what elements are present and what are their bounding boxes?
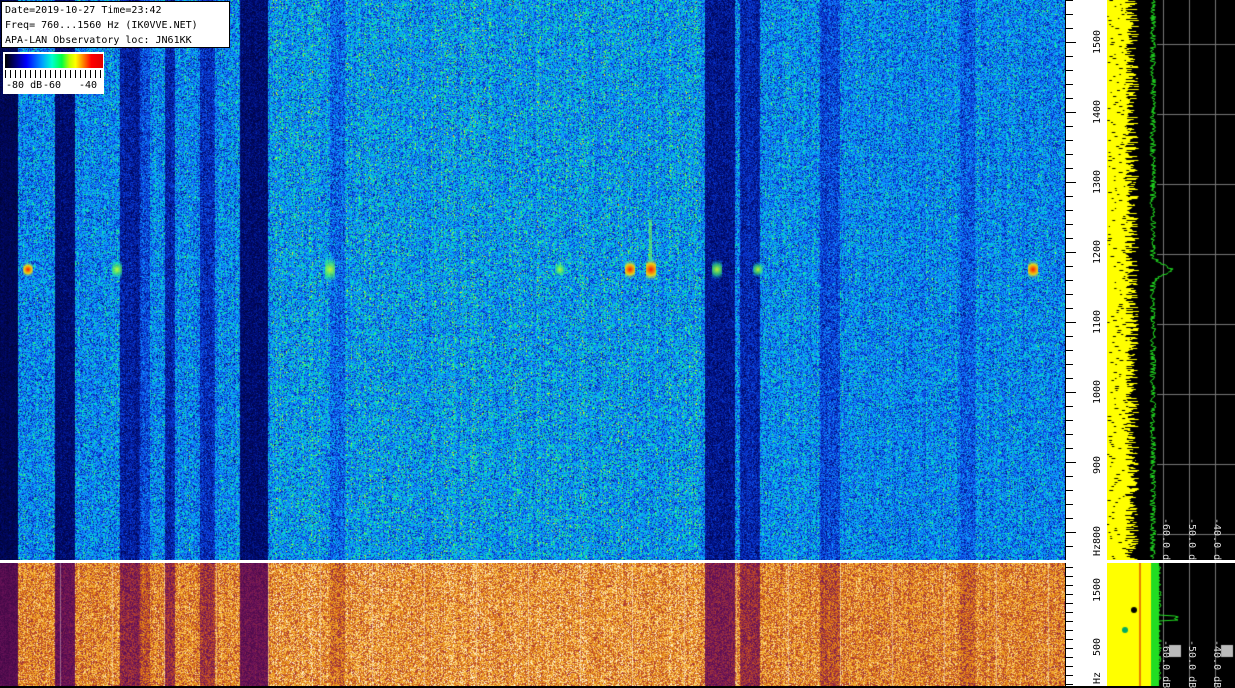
- legend-label-minus-80: -80 dB: [6, 80, 43, 91]
- axis-tick: [1066, 14, 1073, 15]
- db-label-minus-40: -40.0 dB: [1211, 518, 1222, 567]
- axis-tick: [1066, 252, 1076, 253]
- axis-tick: [1066, 336, 1073, 337]
- axis-tick: [1066, 294, 1073, 295]
- axis-tick: [1066, 0, 1073, 1]
- spectrum-level-panel: [1107, 0, 1235, 560]
- axis-tick: [1066, 462, 1076, 463]
- axis-tick-secondary: [1066, 567, 1073, 568]
- db-label-minus-50: -50.0 dB: [1186, 518, 1197, 567]
- axis-tick: [1066, 28, 1073, 29]
- axis-label-1500-secondary: 1500: [1092, 577, 1103, 602]
- axis-tick: [1066, 196, 1073, 197]
- axis-tick: [1066, 350, 1073, 351]
- axis-tick: [1066, 168, 1073, 169]
- axis-tick-secondary: [1066, 675, 1073, 676]
- axis-tick: [1066, 112, 1076, 113]
- axis-label-800: 800: [1092, 525, 1103, 544]
- axis-tick-secondary: [1066, 612, 1073, 613]
- spectrogram-display: Date=2019-10-27 Time=23:42 Freq= 760...1…: [0, 0, 1235, 688]
- axis-label-1300: 1300: [1092, 169, 1103, 194]
- axis-tick: [1066, 504, 1073, 505]
- main-waterfall-spectrogram: [0, 0, 1065, 560]
- axis-tick: [1066, 392, 1076, 393]
- color-scale-labels: -80 dB -60 -40: [5, 80, 103, 92]
- info-observatory-location: APA-LAN Observatory loc: JN61KK: [5, 35, 192, 46]
- info-date-time: Date=2019-10-27 Time=23:42: [5, 5, 162, 16]
- axis-tick: [1066, 42, 1076, 43]
- legend-label-minus-60: -60: [43, 80, 62, 91]
- axis-label-500-secondary: 500: [1092, 637, 1103, 656]
- axis-tick: [1066, 126, 1073, 127]
- frequency-axis-secondary: 1500 500 Hz: [1065, 563, 1107, 686]
- axis-label-1200: 1200: [1092, 239, 1103, 264]
- axis-tick-secondary: [1066, 621, 1073, 622]
- axis-tick: [1066, 476, 1073, 477]
- axis-tick: [1066, 238, 1073, 239]
- color-scale-bar: [5, 54, 103, 68]
- legend-label-minus-40: -40: [79, 80, 98, 91]
- axis-tick: [1066, 266, 1073, 267]
- axis-tick-secondary: [1066, 585, 1073, 586]
- frequency-axis: 1500 1400 1300 1200 1100 1000 900 800 Hz: [1065, 0, 1107, 560]
- color-scale-ticks: [5, 70, 103, 78]
- axis-tick: [1066, 84, 1073, 85]
- axis-tick-secondary: [1066, 630, 1073, 631]
- axis-tick: [1066, 224, 1073, 225]
- color-scale-legend: -80 dB -60 -40: [3, 52, 104, 94]
- axis-tick: [1066, 210, 1073, 211]
- axis-label-1100: 1100: [1092, 309, 1103, 334]
- info-box: Date=2019-10-27 Time=23:42 Freq= 760...1…: [1, 1, 230, 48]
- axis-label-1000: 1000: [1092, 379, 1103, 404]
- axis-tick: [1066, 448, 1073, 449]
- axis-tick: [1066, 364, 1073, 365]
- axis-tick: [1066, 378, 1073, 379]
- db-label-minus-60-secondary: -60.0 dB: [1160, 640, 1171, 688]
- axis-tick: [1066, 434, 1073, 435]
- axis-tick: [1066, 154, 1073, 155]
- axis-tick: [1066, 182, 1076, 183]
- axis-label-1500: 1500: [1092, 29, 1103, 54]
- axis-tick: [1066, 140, 1073, 141]
- axis-tick: [1066, 406, 1073, 407]
- axis-tick-secondary: [1066, 657, 1073, 658]
- axis-tick: [1066, 322, 1076, 323]
- axis-tick: [1066, 546, 1073, 547]
- axis-unit-hz: Hz: [1092, 543, 1103, 556]
- axis-tick-secondary: [1066, 639, 1073, 640]
- axis-label-1400: 1400: [1092, 99, 1103, 124]
- db-label-minus-60: -60.0 dB: [1160, 518, 1171, 567]
- axis-tick-secondary: [1066, 684, 1073, 685]
- axis-unit-hz-secondary: Hz: [1092, 671, 1103, 684]
- axis-tick: [1066, 56, 1073, 57]
- db-label-minus-40-secondary: -40.0 dB: [1211, 640, 1222, 688]
- axis-tick-secondary: [1066, 666, 1073, 667]
- axis-tick: [1066, 308, 1073, 309]
- axis-tick: [1066, 532, 1076, 533]
- axis-tick: [1066, 490, 1073, 491]
- db-label-minus-50-secondary: -50.0 dB: [1186, 640, 1197, 688]
- info-frequency-range: Freq= 760...1560 Hz (IK0VVE.NET): [5, 20, 198, 31]
- axis-tick-secondary: [1066, 576, 1073, 577]
- axis-tick-secondary: [1066, 603, 1073, 604]
- axis-tick-secondary: [1066, 648, 1073, 649]
- axis-tick: [1066, 420, 1073, 421]
- axis-tick: [1066, 280, 1073, 281]
- axis-tick: [1066, 98, 1073, 99]
- secondary-waterfall-spectrogram: [0, 563, 1065, 686]
- axis-tick: [1066, 70, 1073, 71]
- axis-tick: [1066, 518, 1073, 519]
- axis-tick-secondary: [1066, 594, 1073, 595]
- axis-label-900: 900: [1092, 455, 1103, 474]
